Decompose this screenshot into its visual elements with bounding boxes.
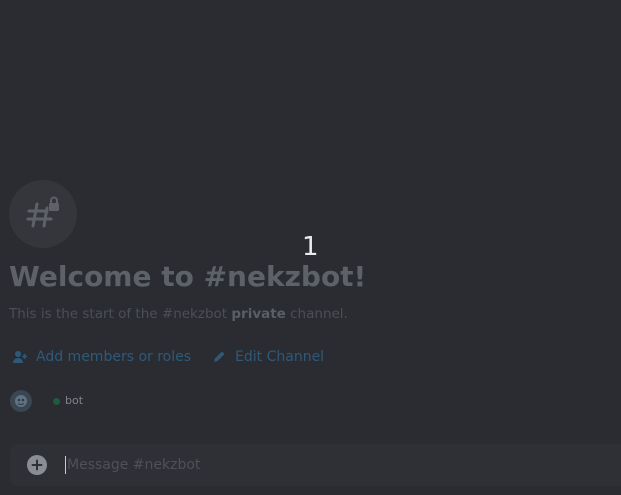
add-attachment-button[interactable] [27, 455, 47, 475]
bot-avatar-icon [15, 395, 27, 407]
member-row[interactable]: bot [10, 390, 83, 412]
edit-channel-button[interactable]: Edit Channel [211, 347, 324, 367]
welcome-subtitle-suffix: channel. [285, 306, 348, 322]
hash-lock-icon [26, 196, 59, 228]
welcome-title: Welcome to #nekzbot! [9, 260, 367, 293]
add-members-button[interactable]: Add members or roles [12, 347, 191, 367]
add-member-icon [12, 349, 28, 365]
welcome-actions: Add members or roles Edit Channel [12, 346, 324, 368]
member-name: bot [65, 394, 84, 407]
message-composer [10, 444, 621, 486]
channel-icon [9, 180, 77, 248]
edit-channel-label: Edit Channel [235, 349, 325, 365]
message-input[interactable] [66, 454, 567, 476]
add-members-label: Add members or roles [36, 349, 192, 365]
welcome-subtitle-prefix: This is the start of the #nekzbot [9, 306, 232, 322]
welcome-subtitle: This is the start of the #nekzbot privat… [9, 305, 348, 323]
pencil-icon [211, 349, 227, 365]
chat-view: 1 Welcome to #nekzbot! This is the start… [0, 0, 621, 495]
plus-circle-icon [31, 459, 43, 471]
avatar [10, 390, 32, 412]
welcome-subtitle-private: private [231, 306, 286, 322]
online-status-dot [53, 397, 60, 405]
